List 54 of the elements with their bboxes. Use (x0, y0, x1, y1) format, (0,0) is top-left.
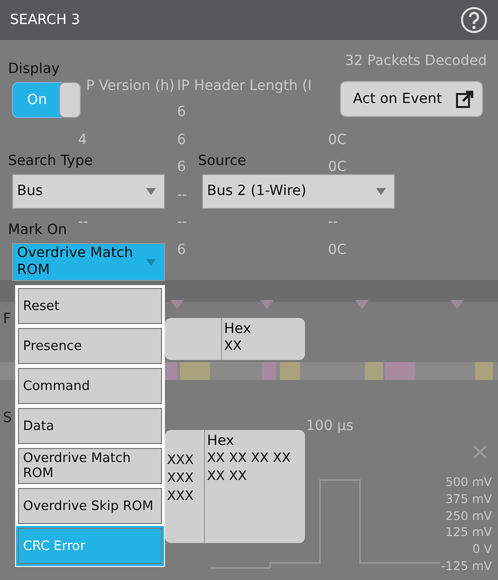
menu-item[interactable]: Presence (16, 326, 164, 366)
hex-label: Hex (224, 320, 252, 338)
hex-label: Hex (207, 432, 236, 450)
table-cell-text: 6 (177, 130, 186, 150)
table-cell-text: -- (177, 213, 188, 232)
act-on-event-button[interactable]: Act on Event (340, 81, 483, 117)
field-label: Source (198, 152, 246, 170)
hex-value: XX XX (207, 468, 248, 486)
axis-label: 375 mV (445, 490, 492, 508)
data-value: XXX (167, 488, 195, 506)
table-cell-text: -- (78, 213, 88, 232)
mark-on-dropdown[interactable]: Overdrive Match ROM (12, 243, 165, 281)
caret-icon (146, 258, 156, 266)
menu-item[interactable]: Overdrive Match ROM (16, 446, 164, 486)
axis-label: 250 mV (445, 508, 492, 525)
close-icon[interactable] (473, 445, 487, 459)
table-cell-text: -- (177, 186, 188, 204)
help-icon[interactable] (460, 6, 488, 34)
table-cell-text: 0C (328, 158, 347, 177)
menu-item[interactable]: Data (16, 406, 164, 446)
axis-label: 0 V (472, 541, 492, 558)
hex-value: XX XX XX XX (207, 450, 291, 468)
search-type-dropdown[interactable]: Bus (12, 174, 165, 209)
packet-count: 32 Packets Decoded (345, 52, 487, 71)
menu-item[interactable]: Command (16, 366, 164, 406)
section-label: F (3, 310, 12, 329)
time-label: 100 µs (306, 417, 354, 436)
dialog-title: SEARCH 3 (10, 10, 80, 30)
menu-item[interactable]: Reset (16, 286, 164, 326)
table-cell-text: 6 (177, 158, 186, 177)
section-label: S (3, 409, 12, 428)
table-cell-text: 4 (78, 130, 87, 150)
data-value: XXX (167, 452, 195, 470)
axis-label: 125 mV (445, 524, 492, 542)
table-cell-text: 6 (177, 103, 186, 122)
column-header: IP Header Length (I (177, 77, 312, 96)
source-dropdown[interactable]: Bus 2 (1-Wire) (202, 174, 395, 209)
axis-label: 500 mV (445, 474, 492, 491)
table-cell-text: -- (328, 213, 338, 232)
caret-icon (146, 188, 156, 195)
axis-label: -125 mV (441, 558, 492, 575)
table-cell-text: 0C (328, 130, 347, 150)
caret-icon (376, 188, 386, 195)
field-label: Search Type (8, 152, 93, 170)
data-value: XXX (167, 470, 195, 488)
menu-item[interactable]: Overdrive Skip ROM (16, 486, 164, 526)
external-link-icon (456, 90, 474, 108)
column-header: P Version (h) (86, 77, 175, 96)
hex-value: XX (224, 338, 243, 356)
field-label: Mark On (8, 221, 67, 239)
field-label: Display (8, 60, 60, 78)
table-cell-text: 0C (328, 240, 347, 260)
toggle-knob[interactable] (59, 82, 81, 118)
table-cell-text: 6 (177, 240, 186, 260)
